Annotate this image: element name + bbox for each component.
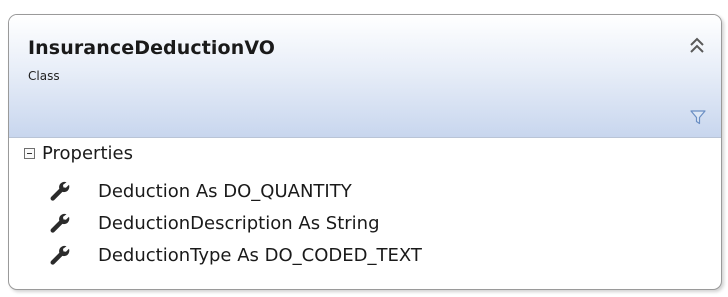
property-label: DeductionDescription As String <box>98 212 380 234</box>
property-label: DeductionType As DO_CODED_TEXT <box>98 244 422 266</box>
property-item-deduction-description[interactable]: DeductionDescription As String <box>49 207 422 239</box>
wrench-icon <box>50 181 70 201</box>
class-kind: Class <box>28 69 60 83</box>
member-list: Deduction As DO_QUANTITY DeductionDescri… <box>49 175 422 271</box>
property-label: Deduction As DO_QUANTITY <box>98 180 352 202</box>
class-name: InsuranceDeductionVO <box>28 37 276 59</box>
class-header: InsuranceDeductionVO Class <box>9 15 721 138</box>
filter-funnel-icon[interactable] <box>690 109 706 125</box>
property-item-deduction[interactable]: Deduction As DO_QUANTITY <box>49 175 422 207</box>
wrench-icon <box>50 213 70 233</box>
wrench-icon <box>50 245 70 265</box>
double-chevron-up-icon[interactable] <box>687 35 707 57</box>
property-item-deduction-type[interactable]: DeductionType As DO_CODED_TEXT <box>49 239 422 271</box>
collapse-minus-icon[interactable] <box>24 147 35 159</box>
class-shape[interactable]: InsuranceDeductionVO Class Properties De… <box>8 14 722 290</box>
section-header-properties: Properties <box>24 141 133 165</box>
section-label: Properties <box>42 142 133 164</box>
